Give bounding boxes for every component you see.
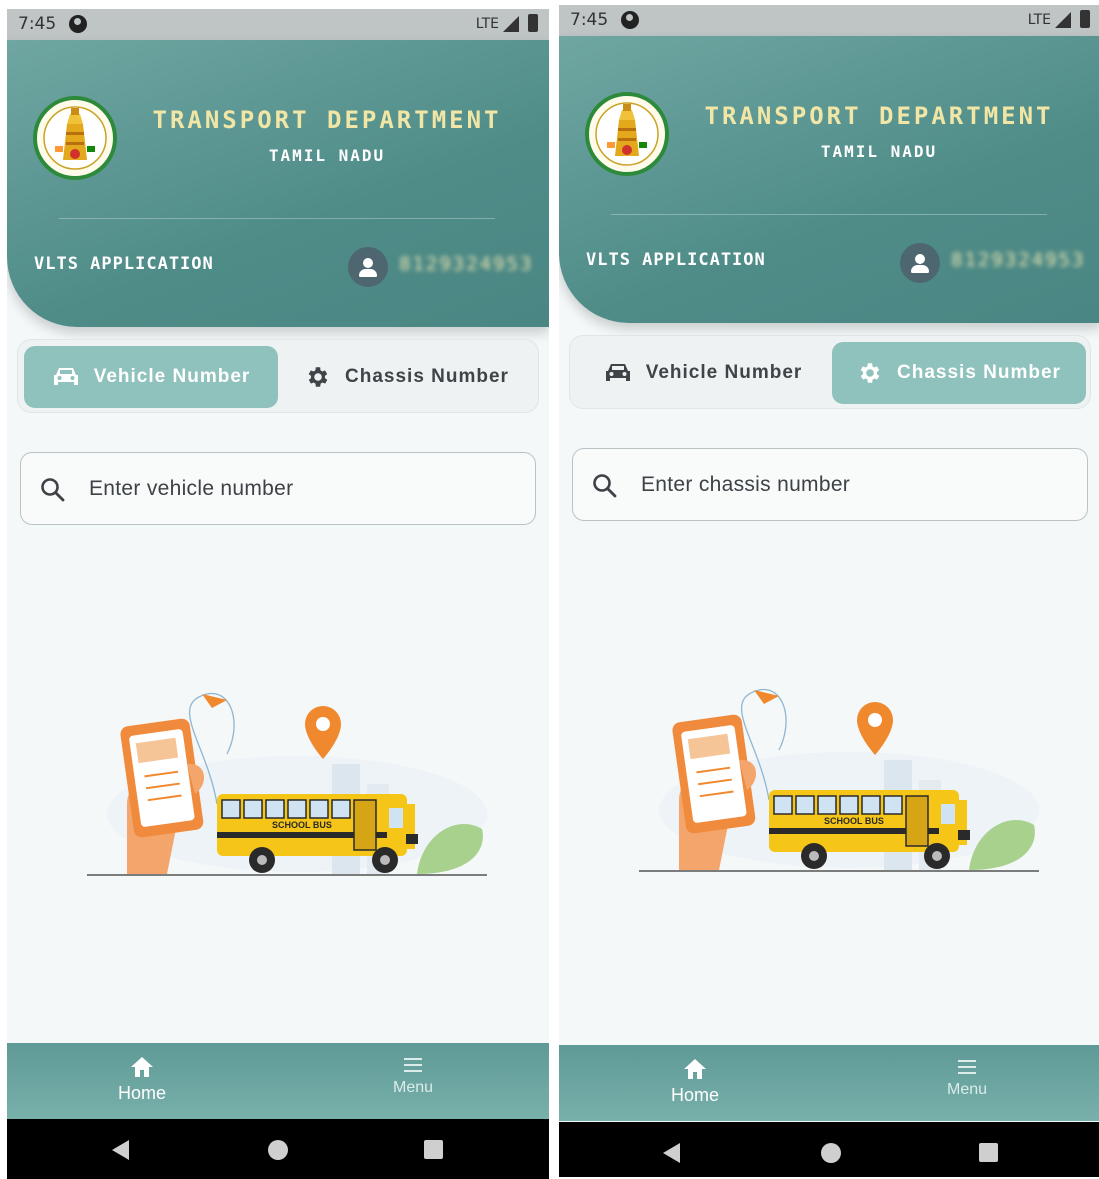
vehicle-number-label: Vehicle Number (93, 366, 251, 387)
recents-icon[interactable] (424, 1140, 443, 1159)
screen-vehicle-search: 7:45 LTE TRANSPORT DEPARTMENT TAMIL NADU… (7, 9, 549, 1179)
header-divider (59, 218, 495, 219)
nav-menu[interactable]: Menu (353, 1055, 473, 1097)
vehicle-search-input[interactable]: Enter vehicle number (20, 452, 536, 525)
emblem-logo (33, 96, 117, 180)
school-bus-illustration: SCHOOL BUS (639, 689, 1039, 872)
search-icon (41, 478, 65, 502)
screen-chassis-search: 7:45 LTE TRANSPORT DEPARTMENT TAMIL NADU… (559, 5, 1099, 1177)
chassis-number-label: Chassis Number (345, 366, 509, 387)
nav-menu-label: Menu (392, 1079, 434, 1096)
nav-home[interactable]: Home (82, 1055, 202, 1104)
department-subtitle: TAMIL NADU (820, 142, 938, 161)
nav-menu[interactable]: Menu (907, 1057, 1027, 1099)
department-title: TRANSPORT DEPARTMENT (152, 106, 502, 134)
recents-icon[interactable] (979, 1143, 998, 1162)
search-placeholder: Enter chassis number (641, 473, 851, 496)
notification-icon (69, 15, 87, 33)
user-phone-number: 8129324953 (951, 249, 1086, 271)
system-navigation-bar (7, 1119, 549, 1179)
home-icon (131, 1057, 153, 1077)
bottom-navigation: Home Menu (7, 1043, 549, 1119)
status-bar: 7:45 LTE (7, 9, 549, 40)
search-icon (593, 474, 617, 498)
battery-icon (1080, 10, 1090, 28)
gear-icon (308, 367, 328, 387)
menu-icon (958, 1060, 976, 1074)
network-label: LTE (475, 16, 499, 32)
bus-label: SCHOOL BUS (824, 816, 884, 826)
chassis-number-label: Chassis Number (897, 362, 1061, 383)
emblem-logo (585, 92, 669, 176)
home-icon (684, 1059, 706, 1079)
chassis-search-input[interactable]: Enter chassis number (572, 448, 1088, 521)
app-header: TRANSPORT DEPARTMENT TAMIL NADU VLTS APP… (559, 36, 1099, 323)
user-icon[interactable] (900, 243, 940, 283)
back-icon[interactable] (112, 1140, 129, 1160)
nav-home-label: Home (670, 1085, 719, 1105)
user-phone-number: 8129324953 (399, 253, 534, 275)
bus-label: SCHOOL BUS (272, 820, 332, 830)
app-name: VLTS APPLICATION (34, 254, 214, 274)
home-circle-icon[interactable] (821, 1143, 841, 1163)
car-icon (53, 368, 78, 385)
battery-icon (528, 14, 538, 32)
search-placeholder: Enter vehicle number (89, 477, 294, 500)
status-bar: 7:45 LTE (559, 5, 1099, 36)
department-title: TRANSPORT DEPARTMENT (704, 102, 1054, 130)
app-name: VLTS APPLICATION (586, 250, 766, 270)
vehicle-number-label: Vehicle Number (645, 362, 803, 383)
network-label: LTE (1027, 12, 1051, 28)
app-header: TRANSPORT DEPARTMENT TAMIL NADU VLTS APP… (7, 40, 549, 327)
nav-home-label: Home (117, 1083, 166, 1103)
chassis-number-tab[interactable]: Chassis Number (832, 342, 1086, 404)
search-type-toggle: Vehicle Number Chassis Number (569, 335, 1091, 409)
search-type-toggle: Vehicle Number Chassis Number (17, 339, 539, 413)
system-navigation-bar (559, 1122, 1099, 1177)
status-time: 7:45 (570, 10, 609, 30)
vehicle-number-tab[interactable]: Vehicle Number (576, 342, 830, 404)
chassis-number-tab[interactable]: Chassis Number (280, 346, 534, 408)
menu-icon (404, 1058, 422, 1072)
signal-icon (1055, 12, 1071, 28)
vehicle-number-tab[interactable]: Vehicle Number (24, 346, 278, 408)
bottom-navigation: Home Menu (559, 1045, 1099, 1121)
header-divider (611, 214, 1047, 215)
nav-home[interactable]: Home (635, 1057, 755, 1106)
gear-icon (860, 363, 880, 383)
school-bus-illustration: SCHOOL BUS (87, 693, 487, 876)
car-icon (605, 364, 630, 381)
nav-menu-label: Menu (946, 1081, 988, 1098)
department-subtitle: TAMIL NADU (268, 146, 386, 165)
notification-icon (621, 11, 639, 29)
status-time: 7:45 (18, 14, 57, 34)
signal-icon (503, 16, 519, 32)
user-icon[interactable] (348, 247, 388, 287)
back-icon[interactable] (663, 1143, 680, 1163)
home-circle-icon[interactable] (268, 1140, 288, 1160)
